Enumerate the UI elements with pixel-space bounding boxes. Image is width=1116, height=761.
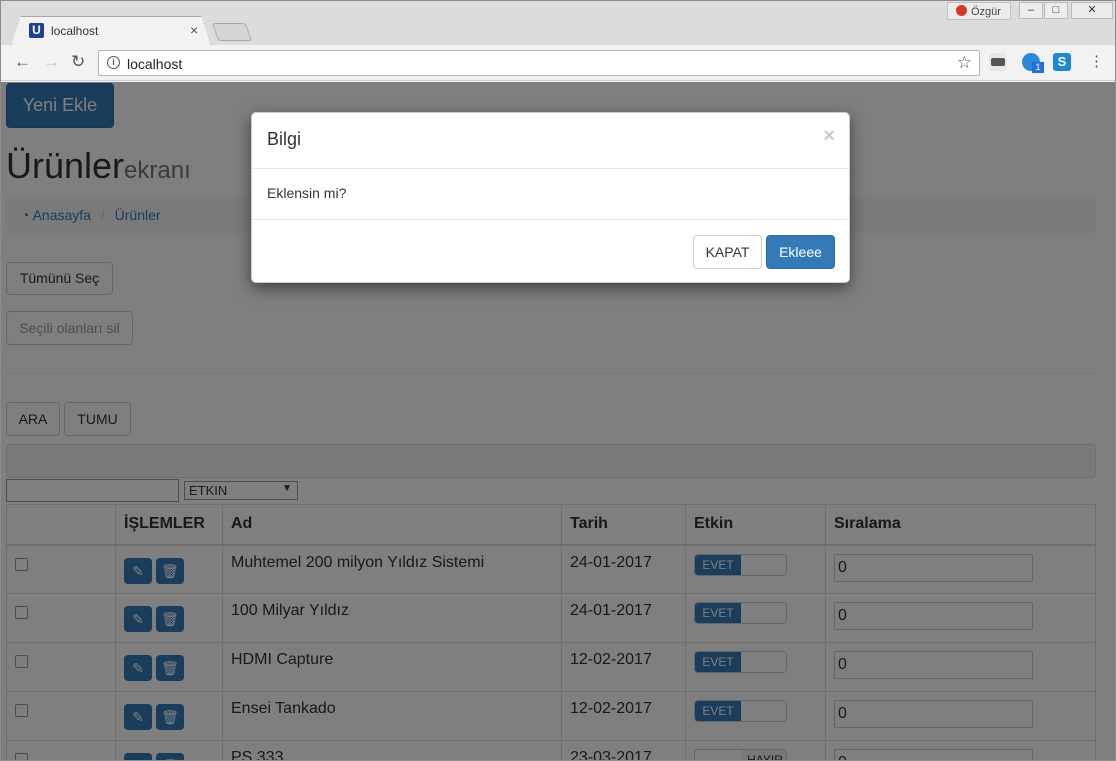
minimize-button[interactable]: – [1019,2,1043,19]
confirm-add-button[interactable]: Ekleee [766,235,835,269]
browser-window: U localhost × Özgür – □ ✕ ← → ↻ i localh… [0,0,1116,761]
dialog-message: Eklensin mi? [267,185,347,201]
extension-badge: 1 [1032,62,1044,73]
confirm-dialog: Bilgi × Eklensin mi? KAPAT Ekleee [251,112,850,283]
profile-name: Özgür [971,6,1001,18]
browser-tab[interactable]: U localhost × [11,16,211,46]
forward-arrow-icon[interactable]: → [43,52,60,72]
dialog-header: Bilgi × [252,113,849,169]
tab-close-icon[interactable]: × [190,22,198,38]
bookmark-star-icon[interactable]: ☆ [957,53,972,73]
page-viewport: Yeni Ekle Ürünlerekranı ◔ Anasayfa / Ürü… [1,82,1115,760]
back-arrow-icon[interactable]: ← [14,52,31,72]
reload-icon[interactable]: ↻ [71,52,85,72]
profile-icon [956,5,967,16]
browser-toolbar: ← → ↻ i localhost ☆ 1 S ⋮ [1,45,1115,81]
browser-menu-icon[interactable]: ⋮ [1089,54,1104,70]
dialog-title: Bilgi [267,129,302,149]
site-info-icon[interactable]: i [107,56,120,69]
close-dialog-button[interactable]: KAPAT [693,235,762,269]
extension-s-icon[interactable]: S [1053,53,1071,71]
extension-pulse-icon[interactable]: 1 [1022,53,1044,73]
profile-button[interactable]: Özgür [947,2,1011,20]
maximize-button[interactable]: □ [1044,2,1068,19]
title-bar: U localhost × Özgür – □ ✕ [1,1,1115,46]
close-window-button[interactable]: ✕ [1071,2,1113,19]
dialog-close-icon[interactable]: × [823,125,835,148]
extension-camera-icon[interactable] [989,53,1007,71]
dialog-body: Eklensin mi? [252,169,849,220]
address-bar[interactable]: i localhost ☆ [98,50,980,76]
site-favicon-icon: U [29,23,44,38]
new-tab-button[interactable] [211,23,253,41]
address-text[interactable]: localhost [127,56,182,72]
dialog-footer: KAPAT Ekleee [252,220,849,282]
tab-title: localhost [51,24,99,38]
